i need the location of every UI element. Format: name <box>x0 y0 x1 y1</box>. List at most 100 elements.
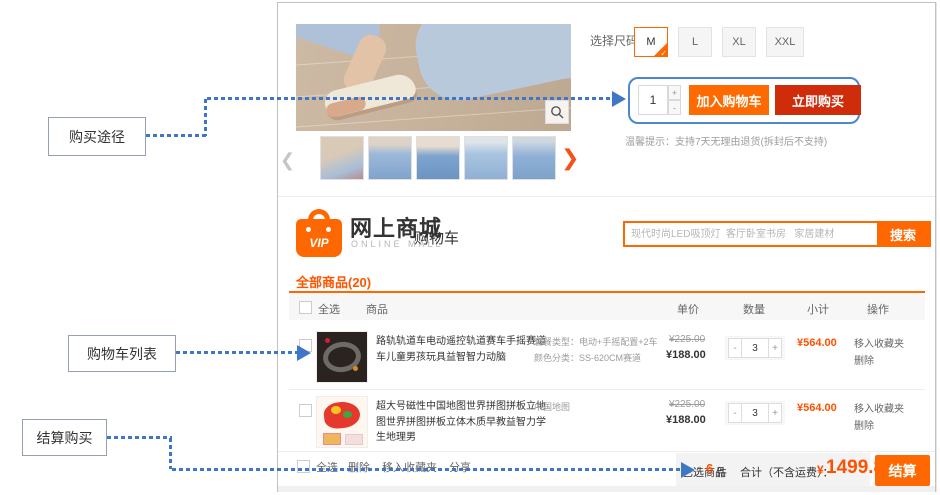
map-patch <box>343 411 352 418</box>
col-subtotal: 小计 <box>807 301 829 317</box>
annotation-connector <box>169 438 172 469</box>
annotation-cart-list: 购物车列表 <box>68 335 176 372</box>
bag-dot <box>326 227 331 232</box>
thumbnail[interactable] <box>320 136 364 180</box>
quantity-decrease-button[interactable]: - <box>668 100 681 115</box>
arrow-icon <box>612 91 626 107</box>
jeans-shape <box>408 24 571 108</box>
selected-items-count: 6 <box>706 461 713 476</box>
product-photo <box>296 24 571 131</box>
annotation-purchase-path: 购买途径 <box>48 117 146 156</box>
item-title[interactable]: 路轨轨道车电动遥控轨道赛车手摇赛道车儿童男孩玩具益智智力动脑 <box>376 334 546 365</box>
annotation-checkout: 结算购买 <box>22 419 107 456</box>
size-option-l[interactable]: L <box>678 27 712 57</box>
carousel-prev-icon[interactable]: ❮ <box>280 138 295 182</box>
mall-logo-icon: VIP <box>296 209 342 257</box>
annotation-connector <box>176 351 298 354</box>
annotation-connector <box>146 134 206 137</box>
item-quantity-stepper: - 3 + <box>725 401 785 425</box>
track-dot <box>325 338 330 343</box>
quantity-value[interactable]: 3 <box>742 403 768 423</box>
item-price: ¥188.00 <box>666 349 706 361</box>
footer-delete[interactable]: 删除 <box>348 459 370 475</box>
size-option-xxl[interactable]: XXL <box>766 27 804 57</box>
checkout-button[interactable]: 结算 <box>875 455 930 486</box>
decrease-button[interactable]: - <box>728 403 742 423</box>
delete-link[interactable]: 删除 <box>854 352 874 367</box>
map-inset <box>323 433 341 445</box>
map-inset <box>345 434 363 445</box>
buy-now-button[interactable]: 立即购买 <box>775 85 861 115</box>
bag-dot <box>306 227 311 232</box>
table-row: 超大号磁性中国地图世界拼图拼板立地图世界拼图拼板立体木质早教益智力学生地理男 中… <box>278 392 935 452</box>
section-divider <box>278 196 935 197</box>
item-checkbox[interactable] <box>299 404 312 417</box>
increase-button[interactable]: + <box>768 403 782 423</box>
logo-badge: VIP <box>296 236 342 250</box>
map-patch <box>331 406 341 414</box>
col-quantity: 数量 <box>743 301 765 317</box>
page-title: 购物车 <box>414 227 459 248</box>
footer-share[interactable]: 分享 <box>449 459 471 475</box>
tab-all-items[interactable]: 全部商品(20) <box>296 272 371 291</box>
add-to-cart-button[interactable]: 加入购物车 <box>689 85 769 115</box>
col-select-all: 全选 <box>318 301 340 317</box>
arrow-icon <box>681 462 695 478</box>
thumbnail[interactable] <box>368 136 412 180</box>
item-price: ¥188.00 <box>666 414 706 426</box>
annotation-purchase-path-label: 购买途径 <box>69 127 125 147</box>
cart-item-image-track-toy <box>316 331 368 383</box>
annotation-connector <box>107 436 172 439</box>
item-original-price: ¥225.00 <box>669 399 705 410</box>
screenshot-root: 购买途径 购物车列表 结算购买 ❮ <box>0 0 940 495</box>
move-to-favorites-link[interactable]: 移入收藏夹 <box>854 400 904 415</box>
check-icon: ✓ <box>660 49 667 57</box>
main-panel: ❮ ❯ 选择尺码： M ✓ L XL XXL 1 + - <box>277 2 936 492</box>
quantity-value[interactable]: 3 <box>742 338 768 358</box>
delete-link[interactable]: 删除 <box>854 417 874 432</box>
item-title[interactable]: 超大号磁性中国地图世界拼图拼板立地图世界拼图拼板立体木质早教益智力学生地理男 <box>376 399 546 446</box>
table-row: 路轨轨道车电动遥控轨道赛车手摇赛道车儿童男孩玩具益智智力动脑 套餐类型：电动+手… <box>278 325 935 389</box>
size-option-label: XL <box>732 36 745 48</box>
search-button[interactable]: 搜索 <box>877 223 929 245</box>
search-input[interactable] <box>625 223 877 245</box>
col-action: 操作 <box>867 301 889 317</box>
annotation-connector <box>172 468 682 471</box>
col-product: 商品 <box>366 301 388 317</box>
thumbnail[interactable] <box>512 136 556 180</box>
item-original-price: ¥225.00 <box>669 334 705 345</box>
annotation-checkout-label: 结算购买 <box>37 428 93 448</box>
quantity-value: 1 <box>650 93 657 107</box>
bottom-strip <box>278 486 935 492</box>
select-all-checkbox[interactable] <box>299 301 312 314</box>
size-option-m[interactable]: M ✓ <box>634 27 668 57</box>
size-option-xl[interactable]: XL <box>722 27 756 57</box>
row-divider <box>289 389 925 390</box>
total-currency: ¥ <box>817 463 824 477</box>
quantity-increase-button[interactable]: + <box>668 85 681 100</box>
footer-divider <box>278 451 935 452</box>
zoom-icon[interactable] <box>545 100 569 124</box>
thumbnail[interactable] <box>464 136 508 180</box>
size-option-label: XXL <box>775 36 796 48</box>
increase-button[interactable]: + <box>768 338 782 358</box>
return-policy-tip: 温馨提示：支持7天无理由退货(拆封后不支持) <box>625 133 827 148</box>
annotation-connector <box>207 97 612 100</box>
item-spec: 中国地图 <box>534 400 570 415</box>
carousel-next-icon[interactable]: ❯ <box>561 136 579 180</box>
decrease-button[interactable]: - <box>728 338 742 358</box>
size-option-label: L <box>692 36 698 48</box>
footer-move-to-favorites[interactable]: 移入收藏夹 <box>382 459 437 475</box>
footer-select-all-checkbox[interactable] <box>297 460 310 473</box>
move-to-favorites-link[interactable]: 移入收藏夹 <box>854 335 904 350</box>
footer-select-all[interactable]: 全选 <box>316 459 338 475</box>
annotation-connector <box>204 99 207 136</box>
thumbnail[interactable] <box>416 136 460 180</box>
item-subtotal: ¥564.00 <box>797 402 837 414</box>
cart-item-image-china-map <box>316 396 368 448</box>
quantity-input[interactable]: 1 <box>638 85 668 115</box>
item-subtotal: ¥564.00 <box>797 337 837 349</box>
selected-items-suffix: 件 <box>716 464 727 480</box>
item-spec: 颜色分类：SS-620CM赛道 <box>534 351 641 366</box>
item-spec: 套餐类型：电动+手摇配置+2车 <box>534 335 658 350</box>
